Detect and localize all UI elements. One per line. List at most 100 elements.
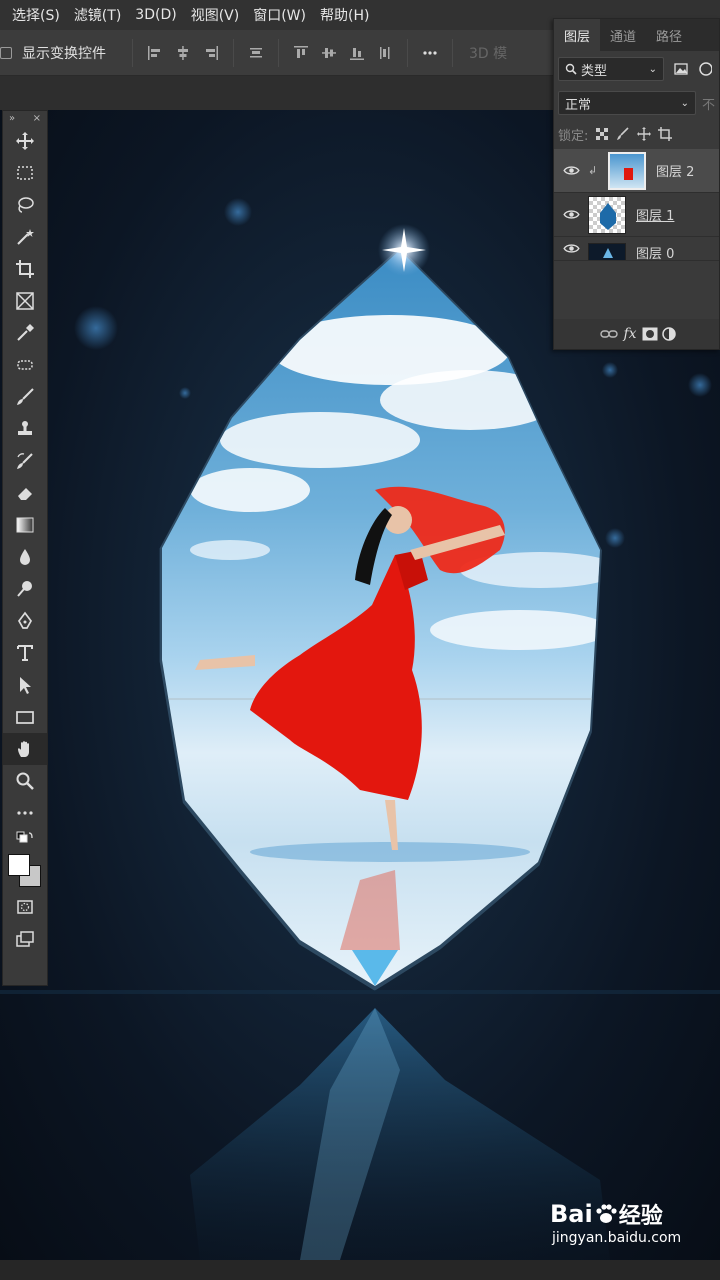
layer-name[interactable]: 图层 0 bbox=[636, 243, 674, 260]
layer-thumbnail bbox=[588, 243, 626, 260]
layer-thumbnail bbox=[588, 195, 626, 234]
path-selection-tool-icon[interactable] bbox=[3, 669, 47, 701]
layer-name[interactable]: 图层 2 bbox=[656, 161, 694, 180]
layer-filter-select[interactable]: 类型 ⌄ bbox=[558, 57, 664, 81]
blend-mode-select[interactable]: 正常 ⌄ bbox=[558, 91, 696, 115]
visibility-eye-icon[interactable] bbox=[554, 165, 588, 176]
menu-window[interactable]: 窗口(W) bbox=[253, 5, 306, 25]
image-filter-icon[interactable] bbox=[670, 58, 692, 80]
tab-paths[interactable]: 路径 bbox=[646, 19, 692, 51]
quick-mask-icon[interactable] bbox=[3, 891, 47, 923]
pen-tool-icon[interactable] bbox=[3, 605, 47, 637]
menu-help[interactable]: 帮助(H) bbox=[320, 5, 369, 25]
link-layers-icon[interactable] bbox=[600, 329, 619, 339]
align-top-icon[interactable] bbox=[287, 39, 315, 67]
more-tools-icon[interactable] bbox=[3, 797, 47, 829]
default-colors-icon[interactable] bbox=[3, 829, 47, 851]
foreground-color-swatch[interactable] bbox=[8, 854, 30, 876]
watermark-url: jingyan.baidu.com bbox=[552, 1230, 682, 1246]
layer-name[interactable]: 图层 1 bbox=[636, 205, 674, 224]
crop-tool-icon[interactable] bbox=[3, 253, 47, 285]
visibility-eye-icon[interactable] bbox=[554, 209, 588, 220]
adjustment-filter-icon[interactable] bbox=[698, 58, 712, 80]
blend-mode-label: 正常 bbox=[565, 97, 592, 113]
divider bbox=[407, 38, 408, 67]
watermark-brand-left: Bai bbox=[550, 1200, 593, 1228]
align-middle-v-icon[interactable] bbox=[315, 39, 343, 67]
type-tool-icon[interactable] bbox=[3, 637, 47, 669]
visibility-eye-icon[interactable] bbox=[554, 243, 588, 254]
fx-icon[interactable]: fx bbox=[623, 326, 636, 342]
panel-tabs: 图层 通道 路径 bbox=[554, 19, 719, 51]
search-icon bbox=[565, 63, 577, 75]
marquee-tool-icon[interactable] bbox=[3, 157, 47, 189]
spot-healing-tool-icon[interactable] bbox=[3, 349, 47, 381]
brush-tool-icon[interactable] bbox=[3, 381, 47, 413]
tab-layers[interactable]: 图层 bbox=[554, 19, 601, 51]
history-brush-tool-icon[interactable] bbox=[3, 445, 47, 477]
status-bar bbox=[0, 1260, 720, 1280]
lasso-tool-icon[interactable] bbox=[3, 189, 47, 221]
screen-mode-icon[interactable] bbox=[3, 923, 47, 955]
watermark-brand-right: 经验 bbox=[618, 1204, 663, 1229]
show-transform-checkbox[interactable] bbox=[0, 46, 12, 59]
lock-pixels-icon[interactable] bbox=[616, 127, 630, 141]
hand-tool-icon[interactable] bbox=[3, 733, 47, 765]
ellipsis-icon[interactable] bbox=[416, 39, 444, 67]
align-bottom-icon[interactable] bbox=[343, 39, 371, 67]
layer-filter-label: 类型 bbox=[581, 63, 608, 79]
divider bbox=[452, 38, 453, 67]
dodge-tool-icon[interactable] bbox=[3, 573, 47, 605]
layer-filter-row: 类型 ⌄ bbox=[554, 51, 719, 87]
rectangle-tool-icon[interactable] bbox=[3, 701, 47, 733]
distribute-icon[interactable] bbox=[242, 39, 270, 67]
clipping-mask-icon: ↲ bbox=[588, 164, 598, 177]
blur-tool-icon[interactable] bbox=[3, 541, 47, 573]
layer-row[interactable]: ↲ 图层 2 bbox=[554, 149, 719, 193]
color-swatches[interactable] bbox=[3, 851, 47, 891]
layer-mask-icon[interactable] bbox=[642, 327, 658, 341]
layers-panel: 图层 通道 路径 类型 ⌄ 正常 ⌄ 不 锁定: ↲ 图层 2 图层 1 图层 … bbox=[553, 18, 720, 350]
divider bbox=[278, 38, 279, 67]
tab-channels[interactable]: 通道 bbox=[600, 19, 646, 51]
mode-3d-label[interactable]: 3D 模 bbox=[469, 43, 507, 63]
zoom-tool-icon[interactable] bbox=[3, 765, 47, 797]
lock-row: 锁定: bbox=[554, 119, 719, 149]
layer-row[interactable]: 图层 0 bbox=[554, 237, 719, 261]
gradient-tool-icon[interactable] bbox=[3, 509, 47, 541]
eyedropper-tool-icon[interactable] bbox=[3, 317, 47, 349]
lock-position-icon[interactable] bbox=[637, 127, 652, 141]
chevron-down-icon: ⌄ bbox=[680, 97, 689, 109]
layer-row[interactable]: 图层 1 bbox=[554, 193, 719, 237]
layer-thumbnail bbox=[608, 151, 646, 190]
menu-view[interactable]: 视图(V) bbox=[191, 5, 240, 25]
baidu-paw-icon bbox=[596, 1204, 617, 1223]
blend-mode-row: 正常 ⌄ 不 bbox=[554, 87, 719, 119]
menu-3d[interactable]: 3D(D) bbox=[135, 7, 176, 23]
menu-filter[interactable]: 滤镜(T) bbox=[74, 5, 121, 25]
align-center-h-icon[interactable] bbox=[169, 39, 197, 67]
divider bbox=[132, 38, 133, 67]
layers-panel-footer: fx bbox=[554, 319, 719, 349]
tools-panel-header: » × bbox=[3, 111, 47, 125]
eraser-tool-icon[interactable] bbox=[3, 477, 47, 509]
lock-transparent-icon[interactable] bbox=[595, 127, 609, 141]
move-tool-icon[interactable] bbox=[3, 125, 47, 157]
close-icon[interactable]: × bbox=[33, 113, 41, 124]
opacity-label: 不 bbox=[701, 97, 715, 113]
clone-stamp-tool-icon[interactable] bbox=[3, 413, 47, 445]
chevron-down-icon: ⌄ bbox=[648, 63, 657, 75]
distribute-v-icon[interactable] bbox=[371, 39, 399, 67]
show-transform-label: 显示变换控件 bbox=[22, 45, 106, 62]
adjustment-layer-icon[interactable] bbox=[662, 327, 677, 341]
baidu-watermark: Bai 经验 jingyan.baidu.com bbox=[550, 1198, 681, 1246]
lock-artboard-icon[interactable] bbox=[658, 127, 673, 141]
menu-select[interactable]: 选择(S) bbox=[12, 5, 60, 25]
collapse-icon[interactable]: » bbox=[9, 113, 15, 124]
magic-wand-tool-icon[interactable] bbox=[3, 221, 47, 253]
align-right-icon[interactable] bbox=[197, 39, 225, 67]
tools-panel: » × bbox=[2, 110, 48, 986]
divider bbox=[233, 38, 234, 67]
align-left-icon[interactable] bbox=[141, 39, 169, 67]
frame-tool-icon[interactable] bbox=[3, 285, 47, 317]
